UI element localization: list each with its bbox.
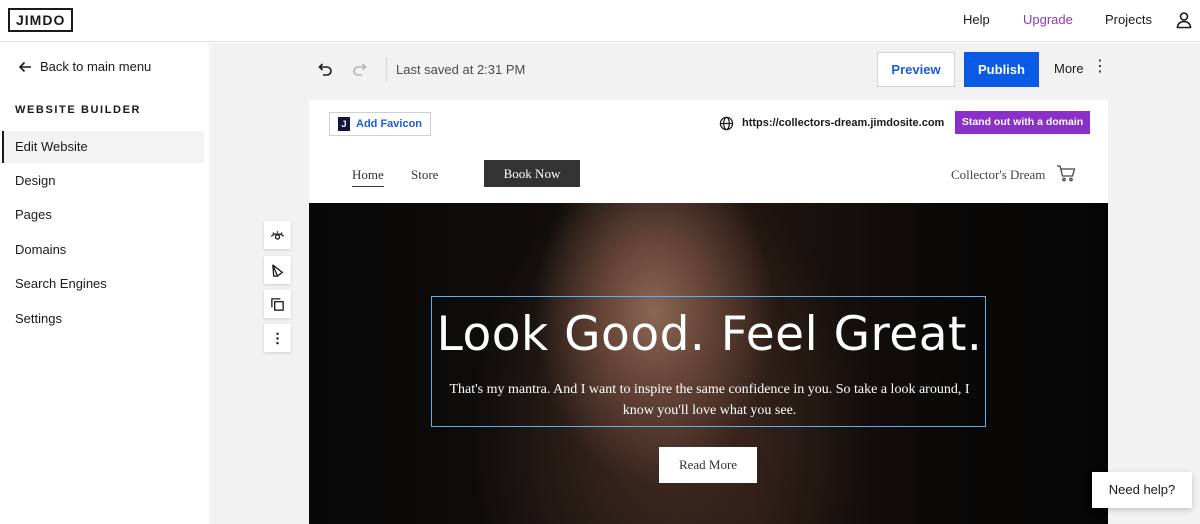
section-design-button[interactable] — [264, 256, 291, 284]
copy-icon — [271, 297, 284, 311]
sidebar-item-settings[interactable]: Settings — [2, 303, 204, 335]
section-more-button[interactable] — [264, 324, 291, 352]
projects-link[interactable]: Projects — [1105, 12, 1152, 27]
eye-icon — [270, 230, 285, 240]
more-vertical-icon[interactable]: ⋮ — [1092, 59, 1108, 75]
more-menu-label[interactable]: More — [1054, 61, 1084, 76]
sidebar-item-domains[interactable]: Domains — [2, 234, 204, 266]
hero-text-block[interactable]: Look Good. Feel Great. That's my mantra.… — [431, 296, 986, 427]
read-more-button[interactable]: Read More — [659, 447, 757, 483]
favicon-placeholder-icon: J — [338, 117, 350, 131]
preview-button[interactable]: Preview — [877, 52, 955, 87]
back-link-label: Back to main menu — [40, 59, 152, 74]
last-saved-status: Last saved at 2:31 PM — [396, 62, 526, 77]
user-icon[interactable] — [1174, 10, 1194, 30]
sidebar-item-edit-website[interactable]: Edit Website — [2, 131, 204, 163]
help-link[interactable]: Help — [963, 12, 990, 27]
add-favicon-button[interactable]: J Add Favicon — [329, 112, 432, 136]
site-nav-home[interactable]: Home — [352, 167, 384, 187]
section-duplicate-button[interactable] — [264, 290, 291, 318]
paint-brush-icon — [272, 263, 284, 277]
sidebar-item-search-engines[interactable]: Search Engines — [2, 268, 204, 300]
sidebar-item-pages[interactable]: Pages — [2, 199, 204, 231]
toolbar-divider — [386, 57, 387, 81]
more-vertical-icon — [276, 332, 279, 344]
shopping-cart-icon[interactable] — [1056, 164, 1076, 182]
jimdo-logo[interactable]: JIMDO — [8, 8, 74, 32]
site-nav-store[interactable]: Store — [411, 167, 438, 183]
stand-out-domain-button[interactable]: Stand out with a domain — [955, 111, 1090, 134]
top-bar: JIMDO Help Upgrade Projects — [0, 0, 1200, 42]
sidebar-item-design[interactable]: Design — [2, 165, 204, 197]
editor-workspace: Last saved at 2:31 PM Preview Publish Mo… — [211, 43, 1200, 524]
section-title: WEBSITE BUILDER — [15, 104, 142, 116]
section-visibility-button[interactable] — [264, 221, 291, 249]
sidebar: Back to main menu WEBSITE BUILDER Edit W… — [0, 43, 210, 524]
site-url: https://collectors-dream.jimdosite.com — [742, 117, 945, 129]
site-name[interactable]: Collector's Dream — [951, 167, 1045, 183]
hero-subtitle[interactable]: That's my mantra. And I want to inspire … — [440, 379, 979, 421]
arrow-left-icon — [18, 61, 31, 72]
back-to-main-menu-link[interactable]: Back to main menu — [18, 59, 151, 74]
globe-icon — [719, 116, 734, 131]
undo-icon[interactable] — [316, 60, 334, 78]
hero-section[interactable]: Look Good. Feel Great. That's my mantra.… — [309, 203, 1108, 524]
publish-button[interactable]: Publish — [964, 52, 1039, 87]
upgrade-link[interactable]: Upgrade — [1023, 12, 1073, 27]
need-help-button[interactable]: Need help? — [1092, 472, 1192, 508]
site-header: J Add Favicon https://collectors-dream.j… — [309, 100, 1108, 204]
add-favicon-label: Add Favicon — [356, 118, 423, 130]
hero-title[interactable]: Look Good. Feel Great. — [432, 307, 987, 362]
book-now-button[interactable]: Book Now — [484, 160, 580, 187]
redo-icon[interactable] — [351, 60, 369, 78]
